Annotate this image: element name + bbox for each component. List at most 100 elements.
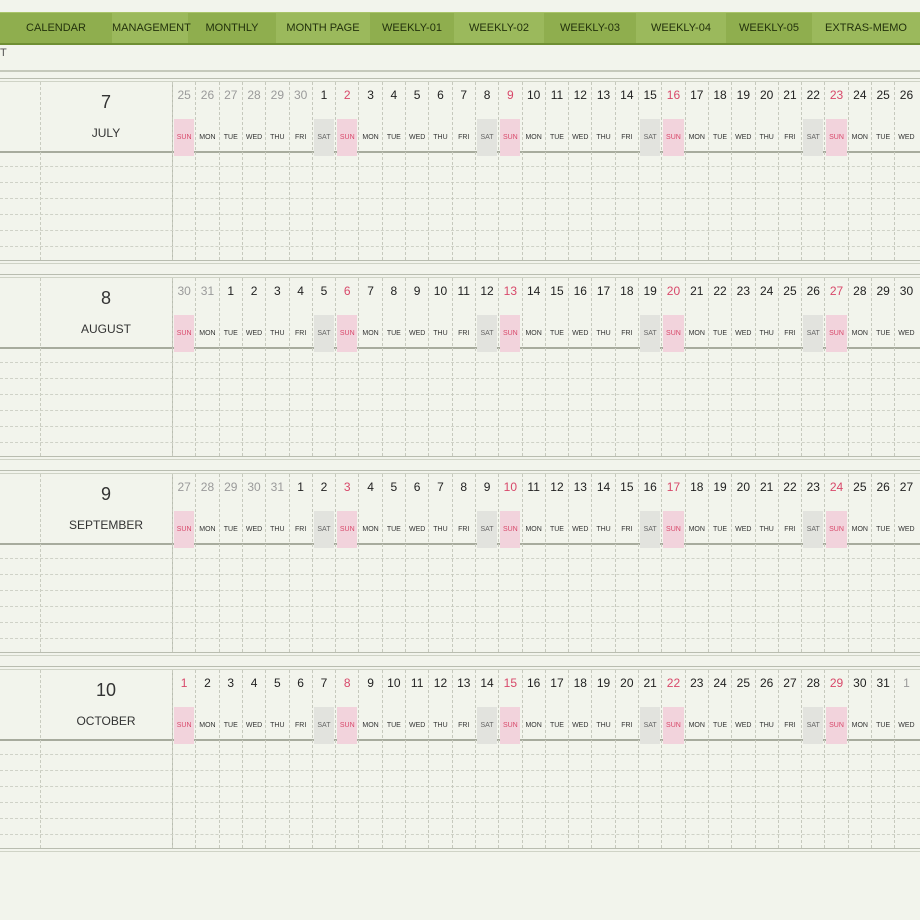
day-column[interactable]: 3 TUE	[218, 670, 242, 848]
day-column[interactable]: 31 MON	[195, 278, 218, 456]
day-column[interactable]: 9 SUN	[498, 82, 521, 260]
day-column[interactable]: 21 SAT	[638, 670, 661, 848]
tab-management[interactable]: MANAGEMENT	[112, 13, 191, 43]
day-column[interactable]: 12 THU	[428, 670, 451, 848]
day-column[interactable]: 13 FRI	[451, 670, 475, 848]
day-column[interactable]: 4 TUE	[381, 82, 405, 260]
day-column[interactable]: 13 SUN	[498, 278, 521, 456]
day-column[interactable]: 25 MON	[847, 474, 871, 652]
day-column[interactable]: 30 MON	[847, 670, 871, 848]
day-column[interactable]: 29 SUN	[824, 670, 847, 848]
day-column[interactable]: 29 THU	[265, 82, 288, 260]
day-column[interactable]: 15 SAT	[638, 82, 661, 260]
day-column[interactable]: 11 MON	[521, 474, 545, 652]
day-column[interactable]: 8 SAT	[474, 82, 498, 260]
day-column[interactable]: 7 FRI	[451, 82, 475, 260]
day-column[interactable]: 10 TUE	[381, 670, 405, 848]
day-column[interactable]: 28 SAT	[801, 670, 824, 848]
day-column[interactable]: 22 TUE	[707, 278, 731, 456]
day-column[interactable]: 27 SUN	[172, 474, 195, 652]
day-column[interactable]: 29 TUE	[871, 278, 894, 456]
tab-weekly-02[interactable]: WEEKLY-02	[454, 13, 544, 43]
day-column[interactable]: 2 SAT	[311, 474, 335, 652]
day-column[interactable]: 23 WED	[731, 278, 754, 456]
day-column[interactable]: 30 SUN	[172, 278, 195, 456]
day-column[interactable]: 17 SUN	[661, 474, 684, 652]
day-column[interactable]: 22 SUN	[661, 670, 684, 848]
day-column[interactable]: 26 TUE	[871, 474, 894, 652]
day-column[interactable]: 18 WED	[568, 670, 591, 848]
day-column[interactable]: 28 MON	[847, 278, 871, 456]
day-column[interactable]: 19 THU	[591, 670, 614, 848]
day-column[interactable]: 5 SAT	[311, 278, 335, 456]
day-column[interactable]: 8 SUN	[335, 670, 358, 848]
day-column[interactable]: 14 MON	[521, 278, 545, 456]
day-column[interactable]: 2 WED	[241, 278, 265, 456]
day-column[interactable]: 27 WED	[894, 474, 917, 652]
day-column[interactable]: 16 SAT	[638, 474, 661, 652]
day-column[interactable]: 19 SAT	[638, 278, 661, 456]
day-column[interactable]: 14 SAT	[474, 670, 498, 848]
tab-weekly-04[interactable]: WEEKLY-04	[636, 13, 726, 43]
day-column[interactable]: 25 FRI	[777, 278, 801, 456]
day-column[interactable]: 20 SUN	[661, 278, 684, 456]
tab-weekly-01[interactable]: WEEKLY-01	[370, 13, 454, 43]
day-column[interactable]: 20 FRI	[614, 670, 638, 848]
day-column[interactable]: 21 MON	[684, 278, 708, 456]
day-column[interactable]: 22 SAT	[801, 82, 824, 260]
day-column[interactable]: 26 WED	[894, 82, 917, 260]
day-column[interactable]: 4 WED	[241, 670, 265, 848]
day-column[interactable]: 23 SAT	[801, 474, 824, 652]
day-column[interactable]: 25 WED	[731, 670, 754, 848]
tab-weekly-03[interactable]: WEEKLY-03	[544, 13, 636, 43]
day-column[interactable]: 27 FRI	[777, 670, 801, 848]
day-column[interactable]: 17 MON	[684, 82, 708, 260]
day-column[interactable]: 6 WED	[405, 474, 428, 652]
day-column[interactable]: 17 THU	[591, 278, 614, 456]
day-column[interactable]: 27 SUN	[824, 278, 847, 456]
day-column[interactable]: 12 SAT	[474, 278, 498, 456]
day-column[interactable]: 15 TUE	[544, 278, 568, 456]
day-column[interactable]: 6 SUN	[335, 278, 358, 456]
day-column[interactable]: 9 MON	[358, 670, 381, 848]
day-column[interactable]: 1 FRI	[288, 474, 312, 652]
day-column[interactable]: 7 SAT	[311, 670, 335, 848]
day-column[interactable]: 26 SAT	[801, 278, 824, 456]
day-column[interactable]: 1 TUE	[218, 278, 242, 456]
day-column[interactable]: 14 FRI	[614, 82, 638, 260]
day-column[interactable]: 23 MON	[684, 670, 708, 848]
day-column[interactable]: 31 THU	[265, 474, 288, 652]
day-column[interactable]: 30 WED	[241, 474, 265, 652]
day-column[interactable]: 7 MON	[358, 278, 381, 456]
day-column[interactable]: 26 THU	[754, 670, 778, 848]
day-column[interactable]: 21 THU	[754, 474, 778, 652]
day-column[interactable]: 9 SAT	[474, 474, 498, 652]
day-column[interactable]: 24 SUN	[824, 474, 847, 652]
day-column[interactable]: 7 THU	[428, 474, 451, 652]
day-column[interactable]: 6 FRI	[288, 670, 312, 848]
day-column[interactable]: 22 FRI	[777, 474, 801, 652]
day-column[interactable]: 3 SUN	[335, 474, 358, 652]
day-column[interactable]: 11 WED	[405, 670, 428, 848]
day-column[interactable]: 16 MON	[521, 670, 545, 848]
day-column[interactable]: 24 TUE	[707, 670, 731, 848]
day-column[interactable]: 1 SUN	[172, 670, 195, 848]
day-column[interactable]: 4 MON	[358, 474, 381, 652]
day-column[interactable]: 24 THU	[754, 278, 778, 456]
day-column[interactable]: 31 TUE	[871, 670, 894, 848]
day-column[interactable]: 19 WED	[731, 82, 754, 260]
day-column[interactable]: 15 FRI	[614, 474, 638, 652]
tab-month-page[interactable]: MONTH PAGE	[276, 13, 370, 43]
day-column[interactable]: 25 SUN	[172, 82, 195, 260]
day-column[interactable]: 8 TUE	[381, 278, 405, 456]
day-column[interactable]: 30 FRI	[288, 82, 312, 260]
day-column[interactable]: 30 WED	[894, 278, 917, 456]
day-column[interactable]: 11 TUE	[544, 82, 568, 260]
day-column[interactable]: 6 THU	[428, 82, 451, 260]
day-column[interactable]: 18 FRI	[614, 278, 638, 456]
day-column[interactable]: 16 SUN	[661, 82, 684, 260]
day-column[interactable]: 4 FRI	[288, 278, 312, 456]
day-column[interactable]: 1 WED	[894, 670, 917, 848]
day-column[interactable]: 9 WED	[405, 278, 428, 456]
day-column[interactable]: 26 MON	[195, 82, 218, 260]
